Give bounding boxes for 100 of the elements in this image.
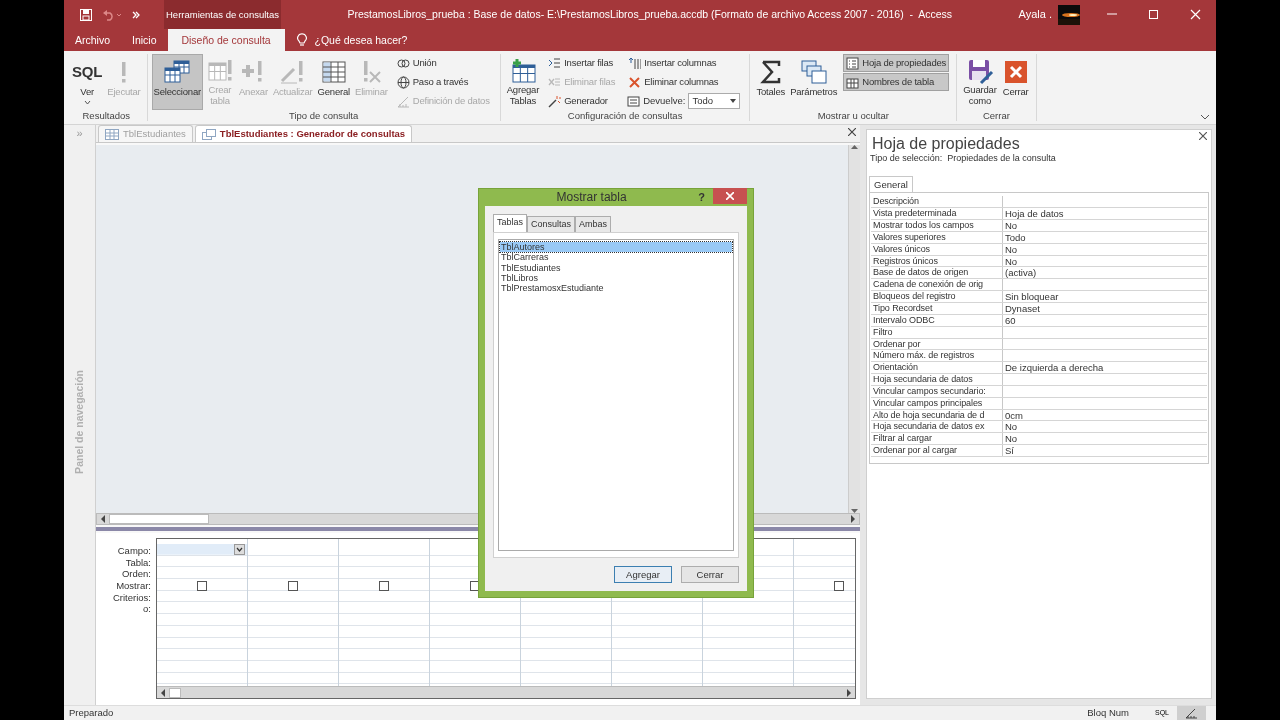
table-icon	[163, 58, 192, 86]
document-tab[interactable]: TblEstudiantes : Generador de consultas	[194, 125, 413, 142]
property-value[interactable]: No	[1003, 255, 1207, 267]
property-value[interactable]: 60	[1003, 314, 1207, 326]
more-icon[interactable]	[132, 10, 140, 19]
scrollbar-thumb[interactable]	[109, 514, 209, 524]
dialog-button[interactable]: Agregar	[614, 566, 672, 583]
row-label: Tabla:	[124, 556, 151, 569]
checkbox[interactable]	[288, 581, 298, 591]
table-icon	[846, 75, 860, 89]
tell-me-field[interactable]: ¿Qué desea hacer?	[314, 33, 408, 47]
property-name: Tipo Recordset	[871, 302, 1003, 314]
property-value[interactable]: (activa)	[1003, 267, 1207, 279]
horizontal-scrollbar[interactable]	[157, 686, 855, 698]
circles-icon	[396, 56, 410, 70]
globe-icon	[396, 75, 410, 89]
property-value[interactable]: Sí	[1003, 445, 1207, 456]
ribbon-button[interactable]: Generador	[545, 92, 619, 110]
group-label: Cerrar	[981, 110, 1011, 122]
ribbon-button[interactable]: Guardar como	[961, 54, 999, 110]
group-label: Mostrar u ocultar	[816, 110, 890, 122]
property-name: Descripción	[871, 196, 1003, 208]
dialog-button[interactable]: Cerrar	[681, 566, 739, 583]
arrow-down-icon	[851, 509, 858, 513]
property-value[interactable]: No	[1003, 220, 1207, 231]
property-tab[interactable]: General	[869, 176, 913, 193]
ribbon-button[interactable]: Hoja de propiedades	[843, 54, 950, 72]
dropdown-button[interactable]	[234, 544, 245, 555]
table-icon	[105, 128, 119, 140]
ribbon-tab[interactable]: Inicio	[121, 29, 168, 51]
group-label: Resultados	[81, 110, 131, 122]
delete-icon	[628, 75, 642, 89]
list-item[interactable]: TblPrestamosxEstudiante	[500, 283, 732, 294]
ribbon-button[interactable]: Parámetros	[788, 54, 840, 110]
ribbon-button[interactable]: Insertar columnas	[625, 54, 743, 72]
ribbon-tab[interactable]: Diseño de consulta	[167, 29, 285, 51]
windows-icon	[799, 58, 828, 86]
row-label: o:	[142, 603, 151, 616]
property-value[interactable]: De izquierda a derecha	[1003, 362, 1207, 374]
ribbon-button[interactable]: Paso a través	[393, 73, 493, 91]
group-label: Tipo de consulta	[287, 110, 360, 122]
property-value[interactable]: 0cm	[1003, 409, 1207, 421]
ribbon-button[interactable]: Totales	[754, 54, 788, 110]
ribbon-button[interactable]: General	[315, 54, 352, 110]
dialog-tab[interactable]: Tablas	[493, 214, 527, 232]
list-item[interactable]: TblCarreras	[500, 252, 732, 263]
ribbon-button[interactable]: SQL Ver	[70, 54, 105, 110]
ribbon-button[interactable]: Nombres de tabla	[843, 73, 950, 91]
list-item[interactable]: TblLibros	[500, 272, 732, 284]
ribbon-button[interactable]: Seleccionar	[151, 54, 203, 110]
delete-rows-icon	[548, 75, 562, 89]
property-name: Número máx. de registros	[871, 350, 1003, 362]
insert-rows-icon	[548, 56, 562, 70]
close-icon[interactable]	[848, 128, 856, 136]
ribbon-button[interactable]: Insertar filas	[545, 54, 619, 72]
dialog-tab[interactable]: Ambas	[575, 216, 612, 232]
scrollbar-thumb[interactable]	[169, 687, 181, 698]
ribbon-button[interactable]: Agregar Tablas	[504, 54, 542, 110]
ribbon-tab[interactable]: Archivo	[64, 29, 121, 51]
caret-icon	[83, 99, 91, 105]
ribbon-button[interactable]: Unión	[393, 54, 493, 72]
checkbox[interactable]	[834, 581, 844, 591]
dialog-title: Mostrar tabla	[555, 190, 628, 205]
property-value[interactable]: Hoja de datos	[1003, 208, 1207, 220]
property-name: Base de datos de origen	[871, 267, 1003, 279]
property-value[interactable]: Dynaset	[1003, 302, 1207, 314]
property-name: Mostrar todos los campos	[871, 220, 1003, 231]
design-view-button[interactable]	[1177, 706, 1206, 720]
collapse-icon[interactable]	[1200, 114, 1210, 120]
checkbox[interactable]	[379, 581, 389, 591]
return-dropdown[interactable]: Todo	[688, 93, 741, 109]
checkbox[interactable]	[197, 581, 207, 591]
property-name: Intervalo ODBC	[871, 314, 1003, 326]
save-icon[interactable]	[80, 8, 92, 21]
list-item[interactable]: TblAutores	[500, 242, 732, 253]
status-indicator: Bloq Num	[1087, 707, 1129, 719]
navigation-pane-label: Panel de navegación	[73, 370, 86, 475]
property-value[interactable]: No	[1003, 243, 1207, 255]
window-title: PrestamosLibros_prueba : Base de datos- E:\PrestamosLibros_prueba.accdb (Formato de archivo Access 2007 - 2016) - Access	[346, 7, 954, 23]
ribbon-button[interactable]: Cerrar	[999, 54, 1032, 110]
close-icon[interactable]	[1199, 132, 1207, 140]
property-name: Filtrar al cargar	[871, 433, 1003, 445]
maximize-icon[interactable]	[1147, 9, 1159, 20]
undo-icon[interactable]	[102, 8, 122, 21]
property-value[interactable]: Sin bloquear	[1003, 291, 1207, 302]
caret-icon	[236, 547, 243, 552]
user-name[interactable]: Ayala .	[1018, 7, 1052, 22]
row-label: Criterios:	[112, 591, 151, 604]
property-value[interactable]: No	[1003, 433, 1207, 445]
row-label: Orden:	[120, 568, 151, 581]
dialog-tab[interactable]: Consultas	[527, 216, 576, 232]
wand-icon	[548, 94, 562, 108]
property-value[interactable]: Todo	[1003, 231, 1207, 243]
help-button[interactable]: ?	[698, 191, 705, 205]
property-value[interactable]: No	[1003, 421, 1207, 433]
panel-title: Hoja de propiedades	[871, 134, 1021, 154]
ribbon-button[interactable]: Eliminar columnas	[625, 73, 743, 91]
property-name: Hoja secundaria de datos ex	[871, 421, 1003, 433]
list-item[interactable]: TblEstudiantes	[500, 262, 732, 273]
vertical-scrollbar[interactable]	[848, 145, 860, 513]
